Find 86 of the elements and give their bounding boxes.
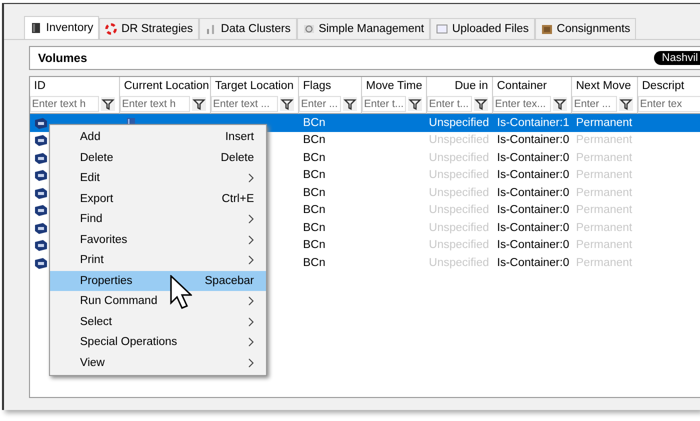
tab[interactable]: Consignments: [534, 18, 636, 39]
filter-field[interactable]: Enter tex...: [493, 96, 551, 112]
filter-field[interactable]: Enter t...: [427, 96, 472, 112]
filter-icon[interactable]: [619, 97, 633, 111]
shortcut-text: Insert: [225, 131, 254, 144]
tape-icon: [34, 239, 48, 252]
table-cell: BCn: [303, 152, 326, 164]
panel-title: Volumes: [38, 51, 88, 65]
menu-item[interactable]: Print: [50, 250, 266, 270]
table-cell: Is-Container:0: [497, 222, 570, 234]
tab[interactable]: Uploaded Files: [430, 18, 535, 39]
column-header[interactable]: Target Location: [211, 77, 299, 95]
pointer-icon: [170, 275, 192, 309]
tab[interactable]: Simple Management: [296, 18, 430, 39]
filter-icon[interactable]: [280, 97, 294, 111]
lifebuoy-icon: [105, 23, 118, 35]
menu-item[interactable]: Export Ctrl+E: [50, 188, 266, 209]
filter-field[interactable]: Enter text h: [30, 96, 99, 112]
filter-icon[interactable]: [343, 97, 357, 111]
filter-field[interactable]: Enter text ...: [211, 96, 278, 112]
tape-icon: [34, 169, 48, 182]
tape-icon: [34, 116, 48, 129]
table-cell: Is-Container:0: [497, 256, 570, 269]
table-cell: Is-Container:1: [497, 116, 570, 129]
table-cell: Unspecified: [428, 116, 489, 129]
menu-item[interactable]: View: [50, 352, 266, 373]
tape-icon: [34, 222, 48, 234]
filter-field[interactable]: Enter tex: [638, 96, 700, 112]
table-cell: Is-Container:0: [497, 169, 570, 182]
tape-icon: [34, 186, 48, 199]
shortcut-text: Delete: [220, 152, 254, 164]
shortcut-text: Spacebar: [204, 274, 254, 287]
menu-item[interactable]: Favorites: [50, 230, 266, 250]
table-cell: BCn: [303, 239, 326, 252]
table-cell: BCn: [303, 204, 326, 216]
menu-item[interactable]: Special Operations: [50, 332, 266, 352]
filter-icon[interactable]: [101, 97, 115, 111]
tape-icon: [34, 256, 48, 269]
filter-icon[interactable]: [192, 97, 206, 111]
crate-icon: [540, 23, 553, 35]
table-cell: Is-Container:0: [497, 204, 570, 216]
column-header[interactable]: Current Location: [120, 77, 211, 95]
menu-item[interactable]: Edit: [50, 168, 266, 188]
table-cell: BCn: [303, 116, 326, 129]
table-cell: Is-Container:0: [497, 134, 570, 146]
table-cell: BCn: [303, 222, 326, 234]
table-cell: BCn: [303, 256, 326, 269]
table-cell: BCn: [303, 169, 326, 182]
column-header[interactable]: Container: [493, 77, 572, 95]
tape-icon: [34, 204, 48, 216]
tab[interactable]: DR Strategies: [99, 18, 199, 39]
column-header[interactable]: Next Move: [572, 77, 638, 95]
menu-item[interactable]: Find: [50, 209, 266, 230]
column-header[interactable]: Flags: [299, 77, 362, 95]
filter-field[interactable]: Enter ...: [572, 96, 617, 112]
column-header[interactable]: ID: [30, 77, 120, 95]
menu-item[interactable]: Add Insert: [50, 127, 266, 148]
filter-field[interactable]: Enter text h: [120, 96, 190, 112]
table-cell: Is-Container:0: [497, 186, 570, 199]
window-icon: [436, 23, 448, 35]
tape-icon: [34, 152, 48, 164]
table-cell: BCn: [303, 134, 326, 146]
menu-item[interactable]: Run Command: [50, 291, 266, 312]
filter-icon[interactable]: [408, 97, 422, 111]
bars-icon: [204, 23, 217, 35]
filter-icon[interactable]: [474, 97, 488, 111]
menu-item[interactable]: Select: [50, 312, 266, 332]
table-cell: Permanent: [576, 116, 632, 129]
tab[interactable]: Data Clusters: [198, 18, 297, 39]
table-cell: BCn: [303, 186, 326, 199]
gauge-icon: [302, 23, 315, 35]
box-icon: [30, 22, 42, 34]
location-badge: Nashvil: [654, 51, 700, 65]
filter-field[interactable]: Enter ...: [299, 96, 341, 112]
menu-item[interactable]: Delete Delete: [50, 148, 266, 168]
tab[interactable]: Inventory: [24, 16, 100, 39]
table-cell: Is-Container:0: [497, 239, 570, 252]
column-header[interactable]: Due in: [427, 77, 493, 95]
menu-item[interactable]: Properties Spacebar: [50, 270, 266, 291]
column-header[interactable]: Move Time: [362, 77, 427, 95]
shortcut-text: Ctrl+E: [222, 192, 254, 205]
filter-field[interactable]: Enter t...: [362, 96, 406, 112]
filter-icon[interactable]: [553, 97, 567, 111]
tape-icon: [34, 134, 48, 146]
table-cell: Is-Container:0: [497, 152, 570, 164]
column-header[interactable]: Descript: [638, 77, 700, 95]
